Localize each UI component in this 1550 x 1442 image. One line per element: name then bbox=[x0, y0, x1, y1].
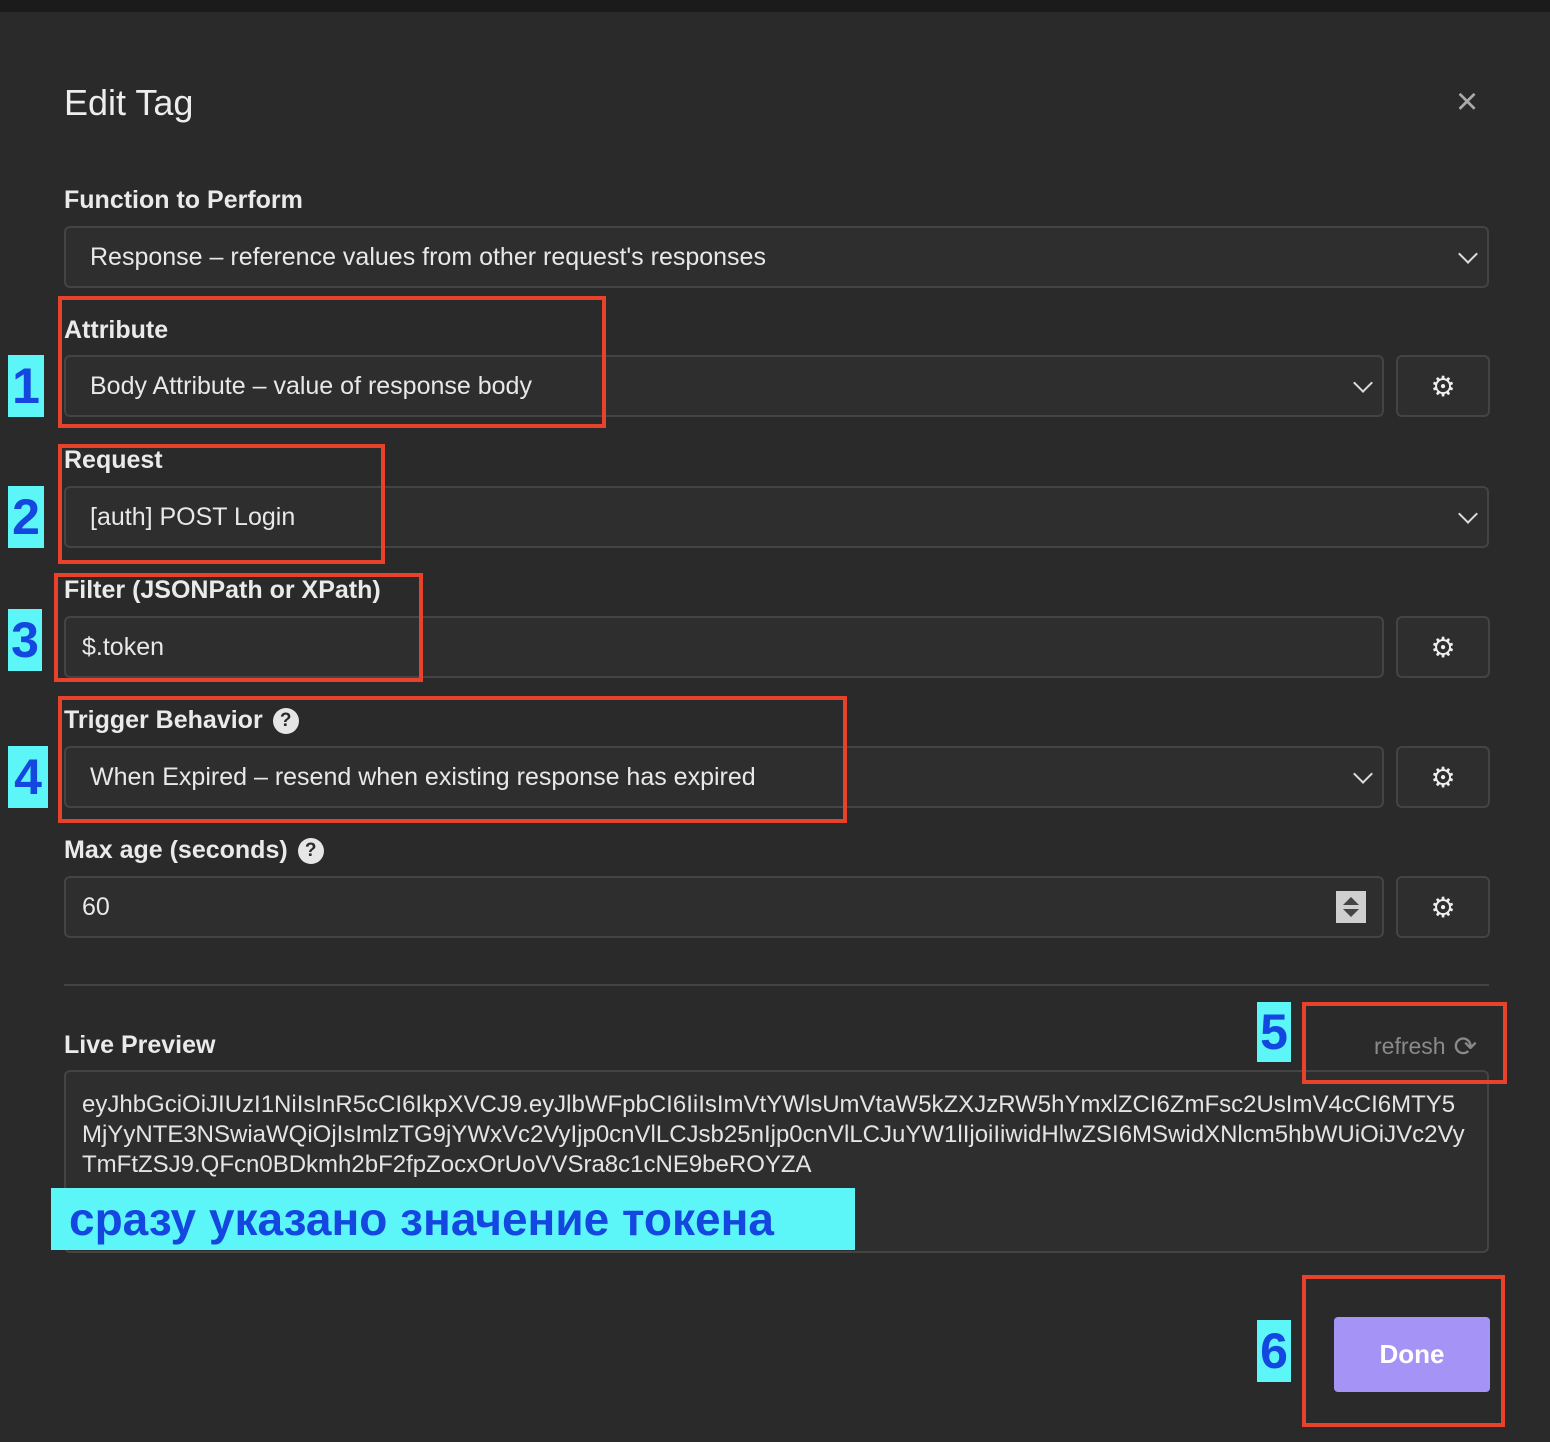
gear-icon: ⚙ bbox=[1430, 761, 1456, 793]
live-preview-label: Live Preview bbox=[64, 1031, 215, 1060]
max-age-input[interactable]: 60 bbox=[64, 876, 1384, 938]
annotation-number-4: 4 bbox=[8, 746, 48, 808]
annotation-box-3 bbox=[54, 573, 423, 682]
stepper-up-icon[interactable] bbox=[1343, 897, 1359, 905]
stepper-down-icon[interactable] bbox=[1343, 909, 1359, 917]
function-label-text: Function to Perform bbox=[64, 186, 303, 214]
gear-icon: ⚙ bbox=[1430, 631, 1456, 663]
gear-icon: ⚙ bbox=[1430, 370, 1456, 402]
annotation-box-4 bbox=[58, 696, 847, 823]
divider bbox=[64, 984, 1489, 986]
attribute-settings-button[interactable]: ⚙ bbox=[1396, 355, 1490, 417]
chevron-down-icon bbox=[1458, 504, 1478, 524]
filter-settings-button[interactable]: ⚙ bbox=[1396, 616, 1490, 678]
annotation-box-2 bbox=[58, 444, 385, 564]
max-age-label: Max age (seconds)? bbox=[64, 836, 324, 865]
max-age-input-value: 60 bbox=[82, 892, 110, 921]
max-age-settings-button[interactable]: ⚙ bbox=[1396, 876, 1490, 938]
annotation-number-2: 2 bbox=[8, 486, 44, 548]
function-select[interactable]: Response – reference values from other r… bbox=[64, 226, 1489, 288]
max-age-label-text: Max age (seconds) bbox=[64, 836, 288, 864]
annotation-number-5: 5 bbox=[1257, 1002, 1291, 1062]
gear-icon: ⚙ bbox=[1430, 891, 1456, 923]
help-icon[interactable]: ? bbox=[297, 837, 324, 864]
window-top-bar bbox=[0, 0, 1550, 12]
chevron-down-icon bbox=[1458, 244, 1478, 264]
annotation-number-3: 3 bbox=[8, 609, 42, 671]
trigger-settings-button[interactable]: ⚙ bbox=[1396, 746, 1490, 808]
number-stepper[interactable] bbox=[1336, 891, 1366, 923]
annotation-box-5 bbox=[1302, 1002, 1507, 1084]
live-preview-label-text: Live Preview bbox=[64, 1031, 216, 1059]
annotation-box-6 bbox=[1302, 1275, 1505, 1427]
close-icon[interactable]: × bbox=[1456, 82, 1478, 122]
annotation-number-1: 1 bbox=[8, 355, 44, 417]
chevron-down-icon bbox=[1353, 764, 1373, 784]
dialog-title: Edit Tag bbox=[64, 82, 194, 123]
function-label: Function to Perform bbox=[64, 186, 303, 215]
annotation-number-6: 6 bbox=[1257, 1320, 1291, 1382]
chevron-down-icon bbox=[1353, 373, 1373, 393]
annotation-box-1 bbox=[58, 296, 606, 428]
annotation-banner: сразу указано значение токена bbox=[51, 1188, 855, 1250]
function-select-value: Response – reference values from other r… bbox=[90, 242, 766, 271]
